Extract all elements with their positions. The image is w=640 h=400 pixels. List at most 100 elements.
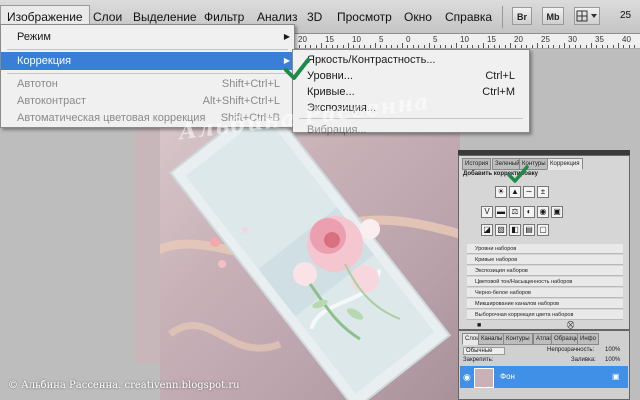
preset-item[interactable]: Кривые наборов bbox=[467, 255, 623, 265]
ruler-tick-mark bbox=[477, 45, 479, 48]
zoom-level[interactable]: 25 bbox=[620, 10, 631, 21]
preset-item[interactable]: Уровни наборов bbox=[467, 244, 623, 254]
menu-filter[interactable]: Фильтр bbox=[204, 10, 244, 24]
ruler-tick-mark bbox=[537, 43, 538, 48]
ruler-tick-mark bbox=[488, 45, 490, 48]
tab-paths[interactable]: Контуры bbox=[503, 333, 533, 345]
ruler-tick-mark bbox=[493, 45, 495, 48]
ruler-tick-mark bbox=[596, 45, 598, 48]
preset-item[interactable]: Черно-белое наборов bbox=[467, 288, 623, 298]
channel-mixer-icon[interactable]: ▣ bbox=[551, 206, 563, 218]
ruler-tick-mark bbox=[439, 45, 441, 48]
ruler-tick-mark bbox=[483, 43, 484, 48]
ruler-tick-mark bbox=[515, 45, 517, 48]
tab-adjustments[interactable]: Коррекция bbox=[547, 158, 583, 170]
ruler-tick-mark bbox=[499, 45, 501, 48]
menu-window[interactable]: Окно bbox=[404, 10, 432, 24]
ruler-tick-mark bbox=[623, 45, 625, 48]
tab-history[interactable]: История bbox=[462, 158, 492, 170]
ruler-tick-mark bbox=[510, 43, 511, 48]
ruler-tick-mark bbox=[450, 45, 452, 48]
delete-icon[interactable]: ⛒ bbox=[567, 322, 574, 330]
ruler-tick-mark bbox=[591, 43, 592, 48]
menu-3d[interactable]: 3D bbox=[307, 10, 322, 24]
ruler-tick-mark bbox=[396, 45, 398, 48]
ruler-tick-mark bbox=[542, 45, 544, 48]
menu-select[interactable]: Выделение bbox=[133, 10, 197, 24]
hue-saturation-icon[interactable]: ▬ bbox=[495, 206, 507, 218]
ruler-tick-mark bbox=[407, 45, 409, 48]
ruler-tick-label: 20 bbox=[514, 35, 523, 44]
invert-icon[interactable]: ◪ bbox=[481, 224, 493, 236]
ruler-tick-mark bbox=[472, 45, 474, 48]
fill-label: Заливка: bbox=[571, 357, 596, 363]
menu-item-correction[interactable]: Коррекция ▶ bbox=[1, 52, 294, 70]
eye-icon[interactable]: ◉ bbox=[463, 372, 471, 383]
ruler-tick-mark bbox=[304, 45, 306, 48]
gradient-map-icon[interactable]: ▤ bbox=[523, 224, 535, 236]
card-photo bbox=[160, 104, 460, 400]
layer-row-background[interactable]: ◉ Фон ▣ bbox=[460, 366, 628, 388]
preset-item[interactable]: Выборочная коррекция цвета наборов bbox=[467, 310, 623, 320]
ruler-tick-mark bbox=[520, 45, 522, 48]
ruler-tick-mark bbox=[310, 45, 312, 48]
selective-color-icon[interactable]: ▢ bbox=[537, 224, 549, 236]
menu-item-mode[interactable]: Режим ▶ bbox=[1, 28, 294, 46]
document-canvas[interactable] bbox=[160, 104, 460, 400]
minibridge-button[interactable]: Mb bbox=[542, 7, 564, 25]
ruler-tick-mark bbox=[504, 45, 506, 48]
ruler-tick-mark bbox=[418, 45, 420, 48]
ruler-tick-mark bbox=[429, 43, 430, 48]
menu-item-label: Автотон bbox=[17, 78, 58, 90]
menu-item-label: Коррекция bbox=[17, 55, 72, 67]
posterize-icon[interactable]: ▧ bbox=[495, 224, 507, 236]
ruler-tick-label: 5 bbox=[379, 35, 384, 44]
black-white-icon[interactable]: ◐ bbox=[523, 206, 535, 218]
lock-label: Закрепить: bbox=[463, 357, 494, 363]
ruler-tick-mark bbox=[456, 43, 457, 48]
ruler-tick-mark bbox=[402, 43, 403, 48]
ruler-tick-mark bbox=[348, 43, 349, 48]
menu-view[interactable]: Просмотр bbox=[337, 10, 392, 24]
horizontal-ruler: 20 15 10 5 0 5 10 15 20 25 30 35 40 bbox=[290, 34, 640, 49]
layers-panel: Слои Каналы Контуры Атлас Образцы Инфо О… bbox=[458, 330, 630, 400]
vibrance-icon[interactable]: V bbox=[481, 206, 493, 218]
blend-mode-select[interactable]: Обычные bbox=[463, 347, 505, 355]
ruler-tick-mark bbox=[618, 43, 619, 48]
panel-footer-icon[interactable]: ■ bbox=[477, 322, 481, 329]
fill-field[interactable]: 100% bbox=[605, 357, 620, 363]
menu-analysis[interactable]: Анализ bbox=[257, 10, 298, 24]
tab-channels[interactable]: Каналы bbox=[478, 333, 506, 345]
menu-item-autotone[interactable]: Автотон Shift+Ctrl+L bbox=[1, 75, 294, 93]
ruler-tick-mark bbox=[364, 45, 366, 48]
threshold-icon[interactable]: ◧ bbox=[509, 224, 521, 236]
curves-icon[interactable]: ∼ bbox=[523, 186, 535, 198]
menu-layers[interactable]: Слои bbox=[93, 10, 122, 24]
menu-item-label: Режим bbox=[17, 31, 51, 43]
tab-info[interactable]: Инфо bbox=[577, 333, 599, 345]
levels-icon[interactable]: ▲ bbox=[509, 186, 521, 198]
view-extras-button[interactable] bbox=[574, 7, 600, 25]
preset-item[interactable]: Цветовой тон/Насыщенность наборов bbox=[467, 277, 623, 287]
opacity-field[interactable]: 100% bbox=[605, 347, 620, 353]
ruler-tick-mark bbox=[315, 45, 317, 48]
bridge-button[interactable]: Br bbox=[512, 7, 532, 25]
preset-item[interactable]: Микширование каналов наборов bbox=[467, 299, 623, 309]
ruler-tick-label: 10 bbox=[352, 35, 361, 44]
ruler-tick-mark bbox=[553, 45, 555, 48]
menu-item-autocontrast[interactable]: Автоконтраст Alt+Shift+Ctrl+L bbox=[1, 92, 294, 110]
photo-filter-icon[interactable]: ◉ bbox=[537, 206, 549, 218]
preset-item[interactable]: Экспозиция наборов bbox=[467, 266, 623, 276]
menu-help[interactable]: Справка bbox=[445, 10, 492, 24]
ruler-tick-label: 25 bbox=[541, 35, 550, 44]
ruler-tick-mark bbox=[326, 45, 328, 48]
ruler-tick-mark bbox=[580, 45, 582, 48]
menu-separator bbox=[7, 49, 288, 50]
ruler-tick-mark bbox=[445, 45, 447, 48]
brightness-icon[interactable]: ☀ bbox=[495, 186, 507, 198]
exposure-icon[interactable]: ± bbox=[537, 186, 549, 198]
color-balance-icon[interactable]: ⚖ bbox=[509, 206, 521, 218]
menu-item-label: Автоконтраст bbox=[17, 95, 86, 107]
copyright-credit: © Альбина Рассенна. creativenn.blogspot.… bbox=[8, 380, 240, 391]
grid-icon bbox=[576, 10, 597, 22]
